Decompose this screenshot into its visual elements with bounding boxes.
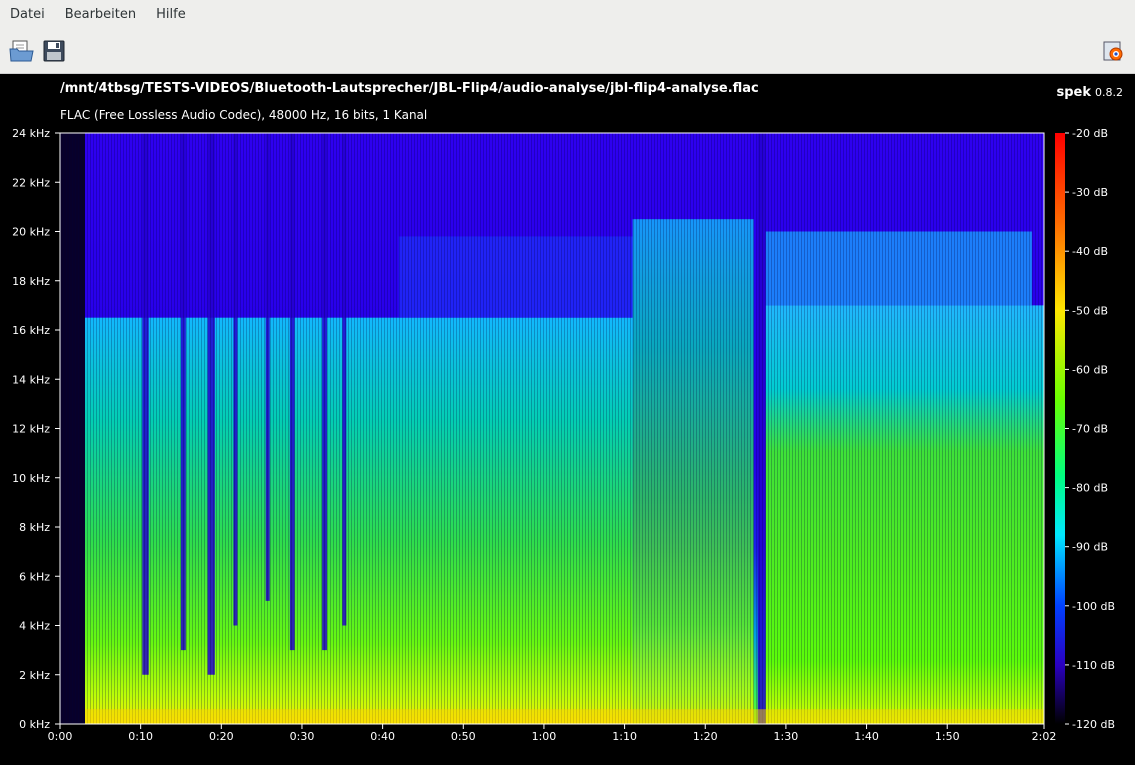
- level-color-bar: [1055, 133, 1065, 724]
- time-axis: 0:00 0:10 0:20 0:30 0:40 0:50 1:00 1:10 1:20 1:30…: [48, 724, 1057, 743]
- freq-tick-label: 10 kHz: [12, 472, 50, 485]
- menu-bearbeiten[interactable]: Bearbeiten: [55, 0, 146, 30]
- toolbar: [0, 30, 1135, 74]
- level-tick-label: -120 dB: [1072, 718, 1115, 731]
- preferences-button[interactable]: [1099, 37, 1127, 65]
- open-file-button[interactable]: [8, 37, 36, 65]
- time-tick-label: 1:00: [532, 730, 557, 743]
- level-tick-label: -70 dB: [1072, 423, 1108, 436]
- freq-tick-label: 4 kHz: [19, 620, 50, 633]
- freq-tick-label: 22 kHz: [12, 176, 50, 189]
- time-tick-label: 0:10: [128, 730, 153, 743]
- time-tick-label: 2:02: [1032, 730, 1057, 743]
- freq-tick-label: 6 kHz: [19, 570, 50, 583]
- freq-tick-label: 14 kHz: [12, 373, 50, 386]
- menu-hilfe[interactable]: Hilfe: [146, 0, 196, 30]
- freq-tick-label: 12 kHz: [12, 423, 50, 436]
- level-tick-label: -60 dB: [1072, 363, 1108, 376]
- menu-datei[interactable]: Datei: [0, 0, 55, 30]
- freq-tick-label: 2 kHz: [19, 669, 50, 682]
- freq-tick-label: 24 kHz: [12, 127, 50, 140]
- freq-tick-label: 16 kHz: [12, 324, 50, 337]
- level-tick-label: -20 dB: [1072, 127, 1108, 140]
- time-tick-label: 1:40: [854, 730, 879, 743]
- save-icon: [43, 40, 65, 62]
- time-tick-label: 1:50: [935, 730, 960, 743]
- time-tick-label: 0:20: [209, 730, 234, 743]
- menu-bar: Datei Bearbeiten Hilfe: [0, 0, 1135, 30]
- freq-tick-label: 20 kHz: [12, 226, 50, 239]
- level-tick-label: -40 dB: [1072, 245, 1108, 258]
- spectrogram-view: /mnt/4tbsg/TESTS-VIDEOS/Bluetooth-Lautsp…: [0, 74, 1135, 765]
- preferences-icon: [1103, 41, 1123, 61]
- time-tick-label: 0:30: [290, 730, 315, 743]
- freq-tick-label: 8 kHz: [19, 521, 50, 534]
- low-band: [85, 709, 1044, 724]
- frequency-axis: 0 kHz 2 kHz 4 kHz 6 kHz 8 kHz 10 kHz 12 kHz 14 …: [12, 127, 60, 731]
- time-tick-label: 0:00: [48, 730, 73, 743]
- spectrogram-chart: 0 kHz 2 kHz 4 kHz 6 kHz 8 kHz 10 kHz 12 kHz 14 …: [12, 127, 1115, 743]
- level-tick-label: -30 dB: [1072, 186, 1108, 199]
- level-scale: -20 dB -30 dB -40 dB -50 dB -60 dB -70 dB -80 …: [1055, 127, 1115, 731]
- save-button[interactable]: [40, 37, 68, 65]
- time-tick-label: 1:30: [774, 730, 799, 743]
- freq-tick-label: 0 kHz: [19, 718, 50, 731]
- freq-tick-label: 18 kHz: [12, 275, 50, 288]
- open-file-icon: [9, 40, 34, 62]
- time-tick-label: 0:50: [451, 730, 476, 743]
- texture-overlay: [60, 133, 1044, 724]
- level-tick-label: -100 dB: [1072, 600, 1115, 613]
- level-tick-label: -110 dB: [1072, 659, 1115, 672]
- time-tick-label: 1:20: [693, 730, 718, 743]
- time-tick-label: 1:10: [612, 730, 637, 743]
- level-tick-label: -80 dB: [1072, 482, 1108, 495]
- level-tick-label: -90 dB: [1072, 541, 1108, 554]
- time-tick-label: 0:40: [370, 730, 395, 743]
- level-tick-label: -50 dB: [1072, 304, 1108, 317]
- spectrogram-plot: [59, 132, 1045, 725]
